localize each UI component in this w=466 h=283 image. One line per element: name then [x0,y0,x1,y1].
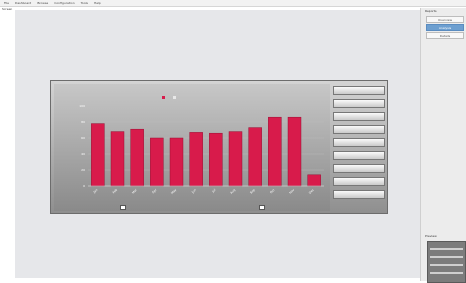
bar[interactable] [228,131,243,187]
menu-item[interactable]: Browse [37,1,48,5]
report-item[interactable]: Details [426,32,464,39]
side-button[interactable] [333,177,385,186]
x-tick-label: Sep [249,188,256,195]
bar[interactable] [209,132,223,187]
x-tick-label: Aug [229,188,236,195]
x-tick-label: Oct [269,187,276,194]
preview-title: Preview [425,234,437,238]
report-list: Overview Analysis Details [426,16,464,40]
y-tick-label: 20 [81,168,85,172]
legend-entry [162,96,167,99]
report-item[interactable]: Overview [426,16,464,23]
panel-title: Reports [425,9,437,13]
thumbnail-line [430,272,463,274]
menu-bar: File Dashboard Browse Configuration Tool… [0,0,466,7]
x-tick-label: Jan [92,188,99,195]
chart-area: 0 20 40 60 80 100 Jan Feb Mar Apr May Jun Jul Aug Sep O… [54,84,330,211]
download-icon[interactable] [120,205,126,210]
preview-thumbnail[interactable] [427,241,466,283]
menu-item[interactable]: Help [94,1,101,5]
side-button[interactable] [333,151,385,160]
side-button[interactable] [333,190,385,199]
side-button[interactable] [333,112,385,121]
x-tick-label: Apr [151,187,158,194]
menu-item[interactable]: Configuration [54,1,74,5]
menu-item[interactable]: Tools [81,1,88,5]
report-item-selected[interactable]: Analysis [426,24,464,31]
menu-item[interactable]: File [4,1,9,5]
x-tick-label: Jul [210,188,216,194]
bar[interactable] [248,127,262,187]
legend-swatch [173,96,176,99]
side-button[interactable] [333,86,385,95]
x-tick-label: Mar [131,187,138,194]
bar[interactable] [287,116,302,187]
right-panel: Reports Overview Analysis Details Previe… [420,8,466,283]
legend-swatch [162,96,165,99]
y-tick-label: 60 [81,136,85,140]
bar[interactable] [268,116,282,187]
bar-chart: 0 20 40 60 80 100 Jan Feb Mar Apr May Jun Jul Aug Sep O… [79,104,324,195]
y-tick-label: 80 [81,120,85,124]
legend-entry [173,96,178,99]
x-tick-label: Feb [112,188,119,195]
bar[interactable] [130,128,144,187]
x-tick-label: Jun [190,188,197,195]
x-tick-label: Nov [288,188,295,195]
bar[interactable] [189,132,203,187]
bar[interactable] [150,137,164,187]
side-button[interactable] [333,164,385,173]
side-button[interactable] [333,99,385,108]
y-tick-label: 100 [79,104,85,108]
chart-legend [162,96,178,99]
side-button[interactable] [333,125,385,134]
window-title: Screen [2,7,13,11]
download-icon[interactable] [259,205,265,210]
menu-item[interactable]: Dashboard [15,1,31,5]
bar[interactable] [91,123,105,187]
thumbnail-line [430,264,463,266]
x-tick-label: May [170,188,177,195]
thumbnail-line [430,248,463,250]
bar[interactable] [169,137,184,187]
bar[interactable] [307,174,321,187]
y-tick-label: 0 [83,184,85,188]
thumbnail-line [430,256,463,258]
y-tick-label: 40 [81,152,85,156]
bar[interactable] [110,131,125,187]
dashboard-panel: 0 20 40 60 80 100 Jan Feb Mar Apr May Jun Jul Aug Sep O… [50,80,388,214]
side-button-list [333,86,385,203]
side-button[interactable] [333,138,385,147]
x-tick-label: Dec [308,188,315,195]
